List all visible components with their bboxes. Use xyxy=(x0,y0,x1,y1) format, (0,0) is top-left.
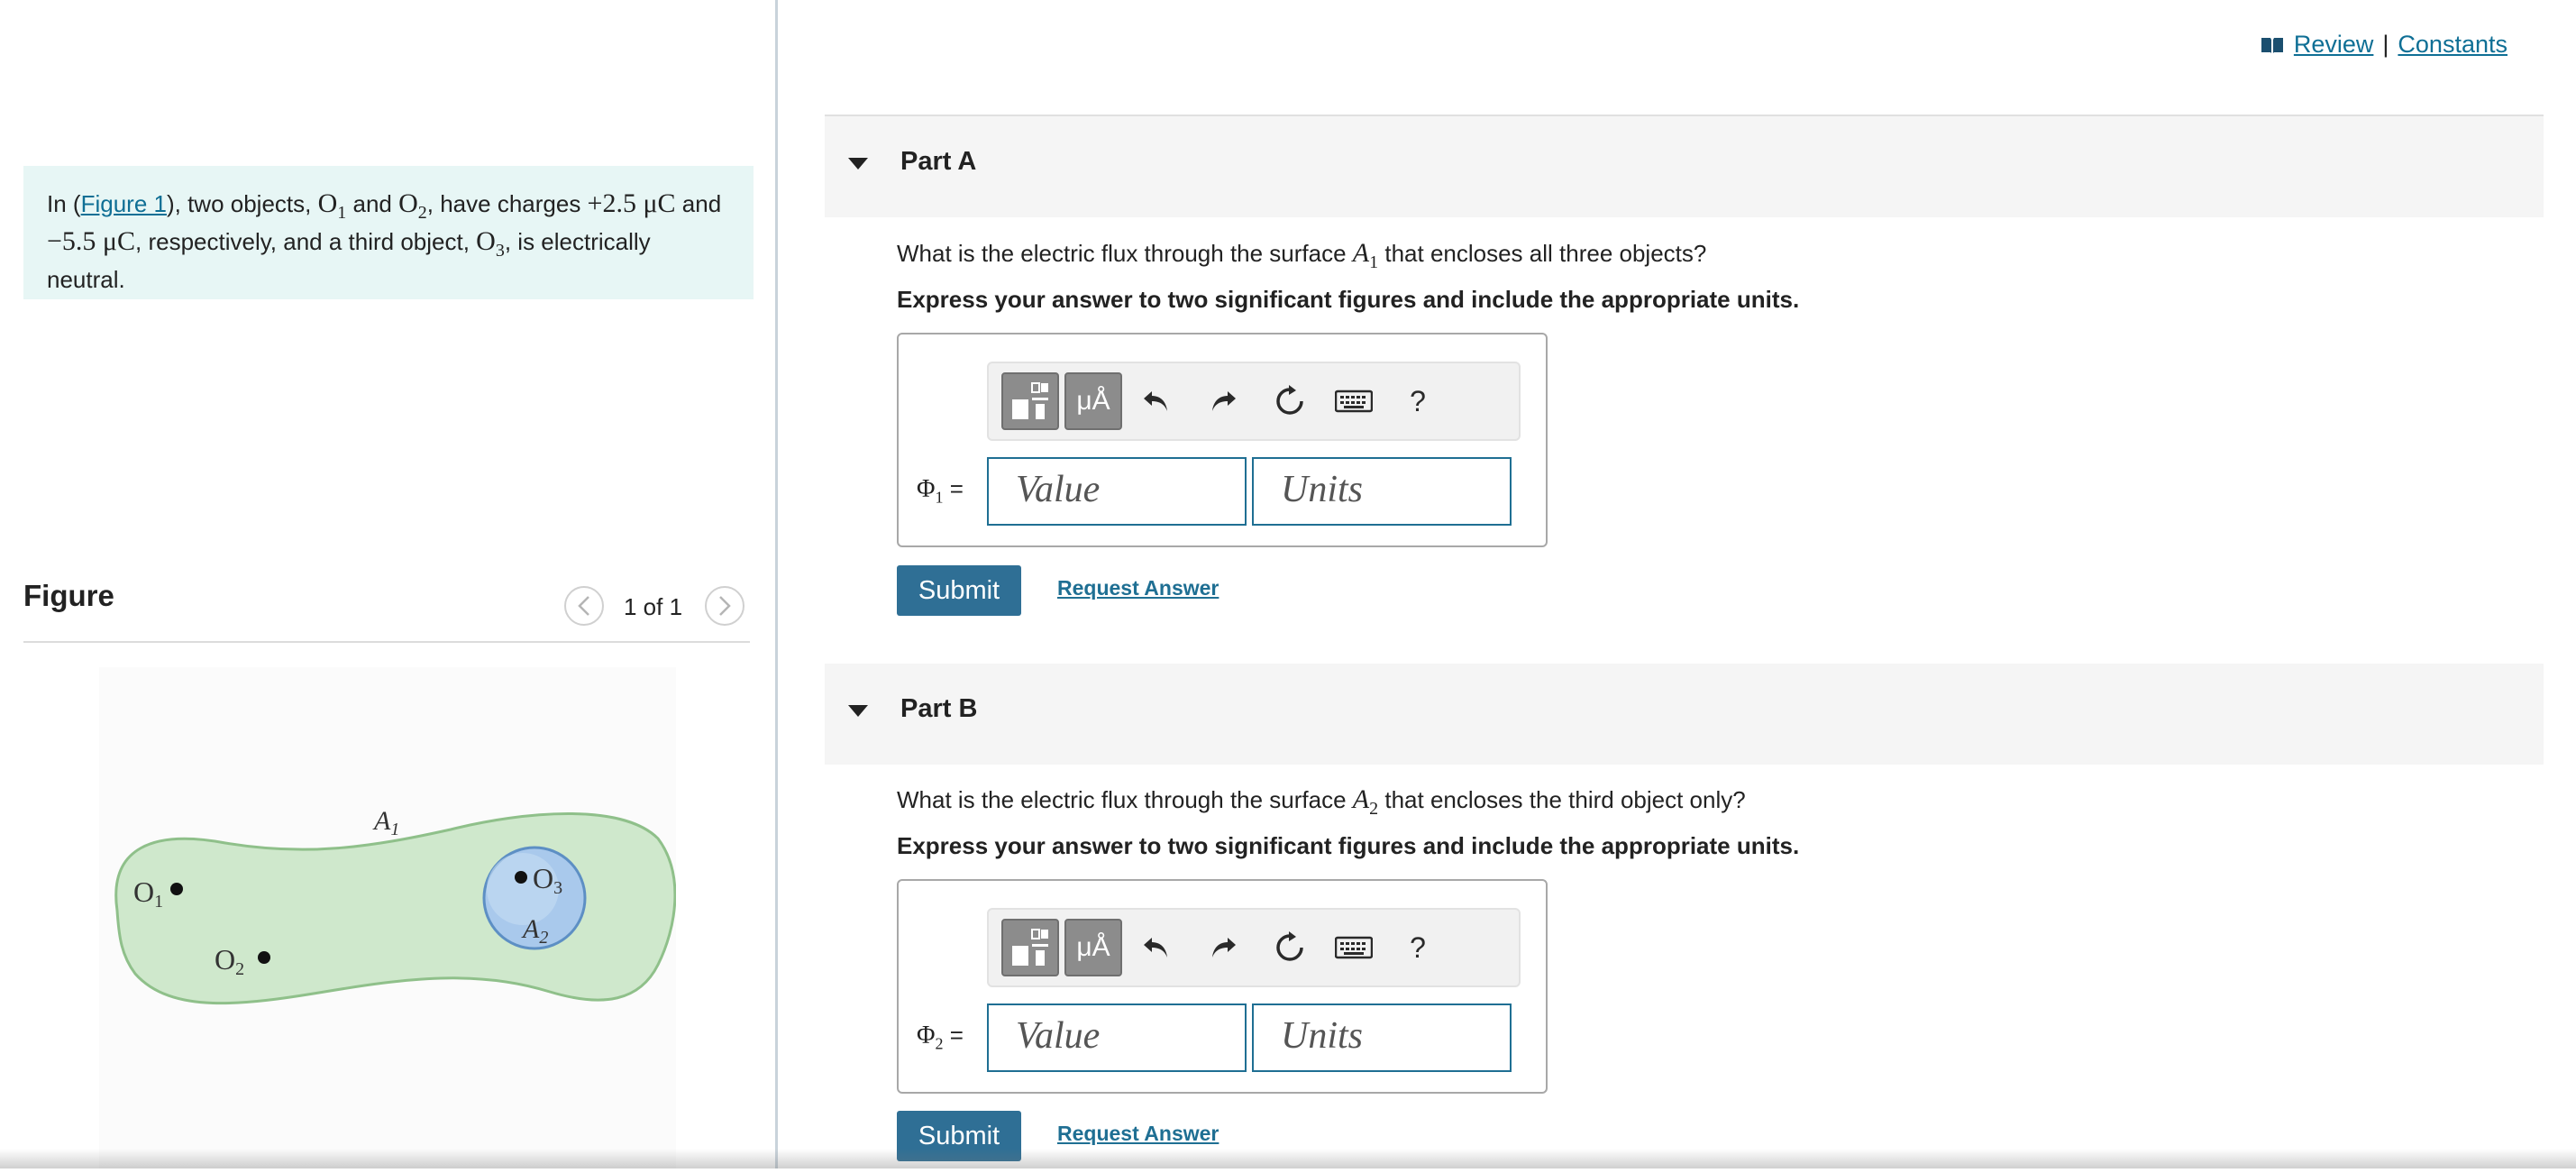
redo-icon xyxy=(1212,391,1236,411)
undo-icon xyxy=(1144,391,1167,411)
reset-icon xyxy=(1276,385,1303,415)
chevron-left-icon xyxy=(578,596,589,616)
object-o1-dot xyxy=(170,883,183,895)
math-toolbar: μÅ ? xyxy=(987,362,1521,441)
part-a-question: What is the electric flux through the su… xyxy=(897,238,1707,272)
problem-panel: In (Figure 1), two objects, O1 and O2, h… xyxy=(0,0,775,1168)
object-o2-dot xyxy=(258,951,270,964)
phi-2-label: Φ2 = xyxy=(917,1022,964,1053)
reset-icon xyxy=(1276,931,1303,961)
chevron-right-icon xyxy=(719,596,731,616)
templates-icon xyxy=(1012,382,1048,419)
help-button[interactable]: ? xyxy=(1398,928,1438,967)
figure-divider xyxy=(23,641,750,643)
review-link[interactable]: Review xyxy=(2294,31,2374,59)
part-b-answer-box: μÅ ? Φ2 = Value Units xyxy=(897,879,1548,1094)
next-figure-button[interactable] xyxy=(705,586,744,626)
keyboard-button[interactable] xyxy=(1331,928,1376,967)
constants-link[interactable]: Constants xyxy=(2398,31,2507,59)
redo-button[interactable] xyxy=(1203,381,1243,421)
intro-text: , have charges xyxy=(426,190,588,217)
gauss-surface-figure: A1 A2 O1 O2 O3 xyxy=(114,806,677,1005)
units-input[interactable]: Units xyxy=(1252,457,1512,526)
figure-page-count: 1 of 1 xyxy=(624,593,683,620)
keyboard-icon xyxy=(1335,389,1373,413)
figure-link[interactable]: Figure 1 xyxy=(81,190,167,217)
part-b-question: What is the electric flux through the su… xyxy=(897,784,1746,819)
help-button[interactable]: ? xyxy=(1398,381,1438,421)
part-a-header[interactable]: Part A xyxy=(825,116,2544,217)
book-icon xyxy=(2261,37,2283,53)
collapse-caret-icon[interactable] xyxy=(848,158,868,170)
part-b-instruction: Express your answer to two significant f… xyxy=(897,832,1800,859)
intro-text: , respectively, and a third object, xyxy=(135,228,477,255)
redo-button[interactable] xyxy=(1203,928,1243,967)
part-a-instruction: Express your answer to two significant f… xyxy=(897,286,1800,313)
part-a-answer-box: μÅ ? Φ1 = Value Units xyxy=(897,333,1548,547)
value-input[interactable]: Value xyxy=(987,457,1247,526)
label-a1: A1 xyxy=(372,806,399,839)
window-bottom-edge xyxy=(0,1149,2576,1168)
header-separator: | xyxy=(2382,31,2389,58)
reset-button[interactable] xyxy=(1270,928,1310,967)
charge-2: −5.5 μC xyxy=(47,226,136,256)
units-button[interactable]: μÅ xyxy=(1064,919,1122,976)
templates-icon xyxy=(1012,929,1048,966)
redo-icon xyxy=(1212,938,1236,958)
part-b-title: Part B xyxy=(900,694,978,723)
templates-button[interactable] xyxy=(1001,372,1059,430)
undo-button[interactable] xyxy=(1137,381,1176,421)
intro-text: ), two objects, xyxy=(166,190,318,217)
part-a-request-answer-link[interactable]: Request Answer xyxy=(1057,576,1219,600)
intro-text: In ( xyxy=(47,190,81,217)
intro-text: and xyxy=(675,190,722,217)
value-input[interactable]: Value xyxy=(987,1003,1247,1072)
intro-text: and xyxy=(346,190,399,217)
object-o1: O1 xyxy=(317,188,347,224)
header-links: Review | Constants xyxy=(2260,31,2507,59)
previous-figure-button[interactable] xyxy=(564,586,604,626)
math-toolbar: μÅ ? xyxy=(987,908,1521,987)
keyboard-icon xyxy=(1335,936,1373,959)
undo-button[interactable] xyxy=(1137,928,1176,967)
figure-title: Figure xyxy=(23,579,114,612)
keyboard-button[interactable] xyxy=(1331,381,1376,421)
part-b-request-answer-link[interactable]: Request Answer xyxy=(1057,1122,1219,1146)
surface-a1 xyxy=(114,812,677,1005)
part-a-title: Part A xyxy=(900,147,977,176)
pane-divider[interactable] xyxy=(775,0,778,1168)
collapse-caret-icon[interactable] xyxy=(848,705,868,717)
phi-1-label: Φ1 = xyxy=(917,475,964,507)
object-o2: O2 xyxy=(398,188,427,224)
undo-icon xyxy=(1144,938,1167,958)
part-b-header[interactable]: Part B xyxy=(825,664,2544,765)
templates-button[interactable] xyxy=(1001,919,1059,976)
units-button[interactable]: μÅ xyxy=(1064,372,1122,430)
figure-image: A1 A2 O1 O2 O3 xyxy=(99,667,677,1168)
part-a-submit-button[interactable]: Submit xyxy=(897,565,1021,616)
reset-button[interactable] xyxy=(1270,381,1310,421)
object-o3: O3 xyxy=(476,226,505,261)
problem-intro: In (Figure 1), two objects, O1 and O2, h… xyxy=(23,166,754,299)
object-o3-dot xyxy=(515,871,527,884)
units-input[interactable]: Units xyxy=(1252,1003,1512,1072)
charge-1: +2.5 μC xyxy=(587,188,676,218)
